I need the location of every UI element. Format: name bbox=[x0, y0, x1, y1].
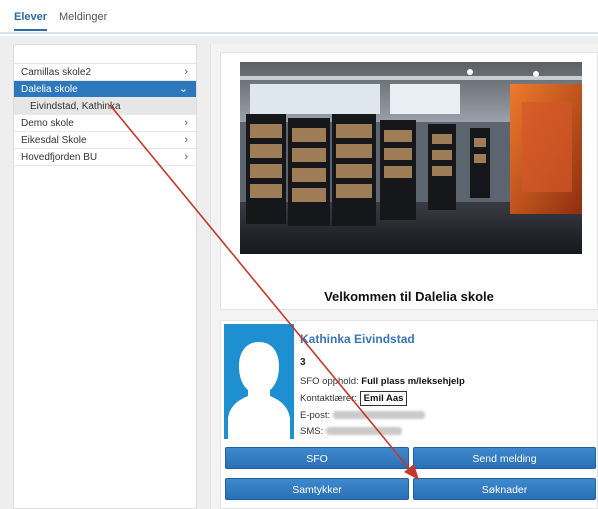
sms-info: SMS: bbox=[300, 426, 402, 437]
sidebar-item-camillas-skole2[interactable]: Camillas skole2 › bbox=[14, 64, 196, 81]
chevron-right-icon: › bbox=[184, 134, 188, 146]
chevron-right-icon: › bbox=[184, 151, 188, 163]
email-info: E-post: bbox=[300, 410, 425, 421]
email-label: E-post: bbox=[300, 410, 331, 421]
sidebar-item-label: Demo skole bbox=[21, 118, 74, 129]
sfo-value: Full plass m/leksehjelp bbox=[361, 376, 465, 387]
top-navigation: Elever Meldinger bbox=[0, 0, 598, 34]
school-sidebar: Camillas skole2 › Dalelia skole ⌄ Eivind… bbox=[13, 44, 197, 509]
sidebar-item-label: Hovedfjorden BU bbox=[21, 152, 98, 163]
person-silhouette-icon bbox=[224, 324, 294, 439]
sms-redacted bbox=[325, 427, 402, 436]
sidebar-item-hovedfjorden-bu[interactable]: Hovedfjorden BU › bbox=[14, 149, 196, 166]
consent-button[interactable]: Samtykker bbox=[225, 478, 409, 500]
library-illustration bbox=[240, 62, 582, 254]
sfo-label: SFO opphold: bbox=[300, 376, 359, 387]
sfo-button[interactable]: SFO bbox=[225, 447, 409, 469]
sms-label: SMS: bbox=[300, 426, 324, 437]
sidebar-item-label: Camillas skole2 bbox=[21, 67, 92, 78]
sidebar-item-label: Eikesdal Skole bbox=[21, 135, 87, 146]
sidebar-header bbox=[14, 45, 196, 64]
sidebar-item-dalelia-skole[interactable]: Dalelia skole ⌄ bbox=[14, 81, 196, 98]
welcome-title: Velkommen til Dalelia skole bbox=[324, 289, 494, 304]
email-redacted bbox=[332, 411, 425, 420]
sidebar-item-label: Eivindstad, Kathinka bbox=[30, 101, 121, 112]
chevron-down-icon: ⌄ bbox=[178, 83, 188, 95]
applications-button[interactable]: Søknader bbox=[413, 478, 596, 500]
send-message-button[interactable]: Send melding bbox=[413, 447, 596, 469]
library-photo bbox=[240, 62, 582, 254]
tab-elever[interactable]: Elever bbox=[14, 11, 48, 31]
sidebar-item-label: Dalelia skole bbox=[21, 84, 78, 95]
sidebar-subitem-eivindstad-kathinka[interactable]: Eivindstad, Kathinka bbox=[14, 98, 196, 115]
teacher-info: Kontaktlærer: Emil Aas bbox=[300, 391, 408, 406]
student-grade: 3 bbox=[300, 357, 306, 368]
student-name-link[interactable]: Kathinka Eivindstad bbox=[300, 332, 415, 346]
sfo-info: SFO opphold: Full plass m/leksehjelp bbox=[300, 376, 465, 387]
tab-meldinger[interactable]: Meldinger bbox=[59, 11, 107, 23]
sidebar-item-eikesdal-skole[interactable]: Eikesdal Skole › bbox=[14, 132, 196, 149]
chevron-right-icon: › bbox=[184, 66, 188, 78]
chevron-right-icon: › bbox=[184, 117, 188, 129]
sidebar-item-demo-skole[interactable]: Demo skole › bbox=[14, 115, 196, 132]
teacher-value: Emil Aas bbox=[359, 391, 408, 406]
teacher-label: Kontaktlærer: bbox=[300, 393, 358, 404]
